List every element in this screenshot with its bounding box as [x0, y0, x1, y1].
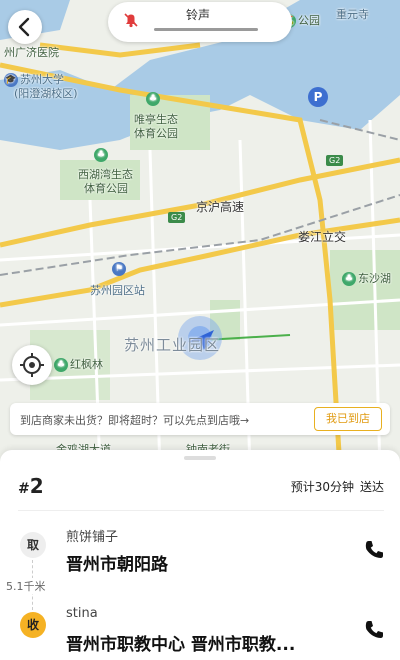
station-icon: ⚑ [112, 262, 126, 276]
delivery-address[interactable]: 晋州市职教中心 晋州市职教... [66, 630, 295, 655]
phone-icon[interactable] [362, 618, 386, 642]
back-arrow-icon [18, 17, 30, 37]
eta-type: 送达 [359, 480, 384, 494]
map-label-university-campus: (阳澄湖校区) [14, 87, 78, 100]
map-label-station-icon: ⚑ [112, 262, 128, 276]
g2-badge: G2 [326, 155, 344, 166]
pickup-address[interactable]: 晋州市朝阳路 [66, 550, 168, 575]
park-icon: ♣ [94, 148, 108, 162]
map-label-temple: 重元寺 [336, 8, 369, 21]
map-label-station: 苏州园区站 [90, 284, 145, 297]
arrived-button[interactable]: 我已到店 [314, 407, 382, 431]
volume-slider[interactable] [154, 28, 258, 31]
map-label-industrial-park: 苏州工业园区 [124, 336, 221, 354]
arrival-notice: 到店商家未出货？即将超时？可以先点到店哦→ 我已到店 [10, 403, 390, 435]
park-icon: ♣ [54, 358, 68, 372]
ringtone-label: 铃声 [186, 8, 211, 22]
park-icon: ♣ [342, 272, 356, 286]
notice-text: 到店商家未出货？即将超时？可以先点到店哦→ [20, 414, 250, 427]
divider [18, 510, 384, 511]
pickup-name: 煎饼铺子 [66, 530, 119, 545]
map-label-honghufeng: ♣ 红枫林 [54, 356, 103, 372]
order-number: #2 [18, 474, 44, 498]
eta-text: 预计30分钟 [290, 480, 354, 494]
back-button[interactable] [8, 10, 42, 44]
map-label-expressway: 京沪高速 [196, 200, 245, 214]
delivery-name: stina [66, 606, 98, 621]
locate-icon [20, 353, 44, 377]
map-label-dongshabang: ♣ 东沙湖 [342, 270, 391, 286]
pickup-tag: 取 [20, 532, 46, 558]
g2-badge: G2 [168, 212, 186, 223]
distance-label: 5.1千米 [4, 578, 48, 594]
order-sheet: #2 预计30分钟 送达 取 煎饼铺子 晋州市朝阳路 5.1千米 收 stina … [0, 450, 400, 660]
phone-icon[interactable] [362, 538, 386, 562]
map-label-hospital: 州广济医院 [4, 46, 59, 59]
map-label-weiting-park-2: 体育公园 [134, 127, 178, 140]
bell-muted-icon[interactable] [122, 11, 140, 33]
park-icon: ♣ [146, 92, 160, 106]
map-view[interactable]: ⛳公园 重元寺 州广济医院 🎓苏州大学 (阳澄湖校区) ♣ 唯亭生态 体育公园 … [0, 0, 400, 470]
eta-info: 预计30分钟 送达 [291, 478, 384, 495]
delivery-tag: 收 [20, 612, 46, 638]
map-label-xihu-park-icon: ♣ [94, 148, 110, 162]
sheet-handle[interactable] [184, 456, 216, 460]
map-label-xihu-park-2: 体育公园 [84, 182, 128, 195]
map-label-loujiang: 娄江立交 [298, 230, 347, 244]
locate-button[interactable] [12, 345, 52, 385]
parking-icon: P [308, 87, 328, 107]
ringtone-control[interactable]: 铃声 [108, 2, 292, 42]
map-label-weiting-park: ♣ [146, 92, 162, 106]
